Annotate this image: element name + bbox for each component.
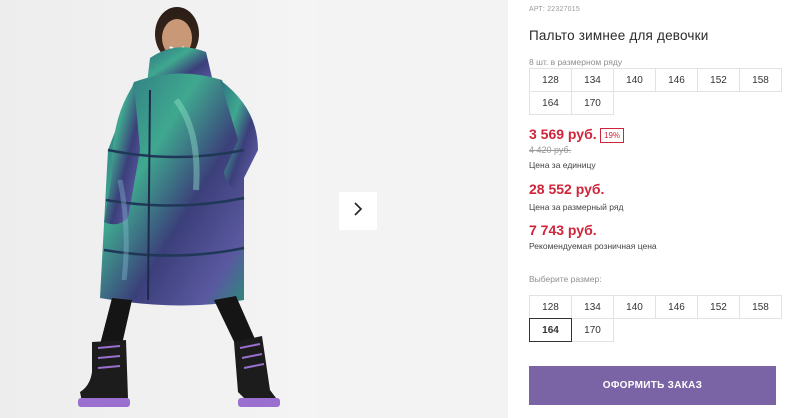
product-panel: АРТ: 22327015 Пальто зимнее для девочки … bbox=[529, 0, 782, 418]
size-option[interactable]: 158 bbox=[739, 295, 782, 319]
retail-price: 7 743 руб. bbox=[529, 222, 597, 238]
size-option[interactable]: 128 bbox=[529, 295, 572, 319]
size-option[interactable]: 146 bbox=[655, 295, 698, 319]
series-price-note: Цена за размерный ряд bbox=[529, 202, 624, 212]
series-size-cell: 128 bbox=[529, 68, 572, 92]
product-title: Пальто зимнее для девочки bbox=[529, 28, 709, 43]
product-sku: АРТ: 22327015 bbox=[529, 6, 580, 13]
series-size-cell: 152 bbox=[697, 68, 740, 92]
series-size-cell: 146 bbox=[655, 68, 698, 92]
size-selector: 128 134 140 146 152 158 164 170 bbox=[529, 295, 782, 342]
choose-size-label: Выберите размер: bbox=[529, 274, 602, 284]
unit-price: 3 569 руб. bbox=[529, 126, 597, 142]
gallery-next-button[interactable] bbox=[339, 192, 377, 230]
series-size-cell: 170 bbox=[571, 91, 614, 115]
size-series-grid: 128 134 140 146 152 158 164 170 bbox=[529, 68, 782, 115]
series-size-cell: 140 bbox=[613, 68, 656, 92]
size-series-label: 8 шт. в размерном ряду bbox=[529, 57, 623, 67]
child-in-coat-image bbox=[78, 7, 280, 407]
retail-price-note: Рекомендуемая розничная цена bbox=[529, 241, 657, 251]
product-photo[interactable] bbox=[0, 0, 316, 418]
size-option-selected[interactable]: 164 bbox=[529, 318, 572, 342]
product-gallery bbox=[0, 0, 508, 418]
discount-badge: 19% bbox=[600, 128, 625, 143]
series-size-cell: 164 bbox=[529, 91, 572, 115]
series-size-cell: 158 bbox=[739, 68, 782, 92]
size-option[interactable]: 170 bbox=[571, 318, 614, 342]
size-option[interactable]: 152 bbox=[697, 295, 740, 319]
place-order-button[interactable]: ОФОРМИТЬ ЗАКАЗ bbox=[529, 366, 776, 405]
chevron-right-icon bbox=[352, 201, 364, 222]
series-size-cell: 134 bbox=[571, 68, 614, 92]
unit-price-note: Цена за единицу bbox=[529, 160, 596, 170]
size-option[interactable]: 140 bbox=[613, 295, 656, 319]
old-price: 4 420 руб. bbox=[529, 145, 572, 155]
series-price: 28 552 руб. bbox=[529, 181, 605, 197]
size-option[interactable]: 134 bbox=[571, 295, 614, 319]
